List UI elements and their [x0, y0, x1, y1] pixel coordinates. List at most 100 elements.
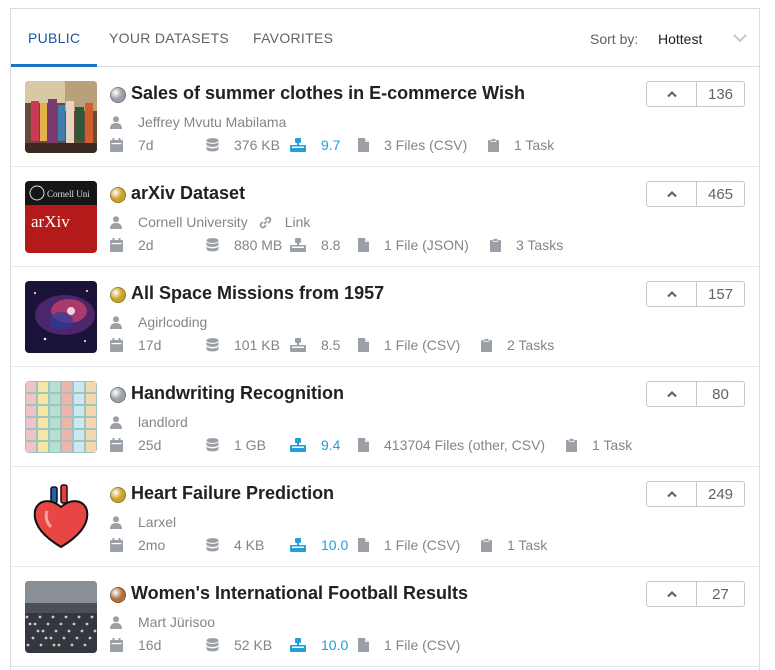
- clipboard-icon: [481, 538, 499, 552]
- link-label[interactable]: Link: [285, 214, 311, 230]
- owner-name[interactable]: Mart Jürisoo: [138, 614, 215, 630]
- user-icon: [110, 515, 130, 529]
- usability-rating: 8.5: [290, 336, 340, 354]
- dataset-title[interactable]: Women's International Football Results: [131, 583, 468, 604]
- dataset-title[interactable]: Sales of summer clothes in E-commerce Wi…: [131, 83, 525, 104]
- chevron-up-icon: [666, 390, 677, 398]
- link-icon: [258, 215, 279, 230]
- age-text: 2mo: [138, 537, 166, 553]
- dataset-owner-line: Cornell University Link: [110, 213, 310, 231]
- tab-your-datasets[interactable]: YOUR DATASETS: [109, 30, 229, 46]
- upvote-button[interactable]: [647, 482, 697, 506]
- dataset-thumbnail[interactable]: [25, 281, 97, 353]
- calendar-icon: [110, 438, 130, 452]
- updated-age: 2d: [110, 236, 154, 254]
- dataset-thumbnail[interactable]: [25, 381, 97, 453]
- user-icon: [110, 215, 130, 229]
- usability-rating: 10.0: [290, 536, 348, 554]
- file-icon: [358, 438, 376, 452]
- usability-text: 10.0: [321, 637, 349, 653]
- usability-icon: [290, 638, 313, 652]
- sort-label: Sort by:: [590, 31, 639, 47]
- file-info: 413704 Files (other, CSV): [358, 436, 545, 454]
- tasks-text[interactable]: 2 Tasks: [507, 337, 554, 353]
- usability-text: 8.8: [321, 237, 341, 253]
- owner-name[interactable]: landlord: [138, 414, 188, 430]
- owner-name[interactable]: Agirlcoding: [138, 314, 207, 330]
- tab-public[interactable]: PUBLIC: [28, 30, 80, 46]
- usability-icon: [290, 338, 313, 352]
- chevron-up-icon: [666, 490, 677, 498]
- files-text[interactable]: 413704 Files (other, CSV): [384, 437, 545, 453]
- dataset-owner-line: Jeffrey Mvutu Mabilama: [110, 113, 286, 131]
- file-icon: [358, 238, 376, 252]
- age-text: 25d: [138, 437, 162, 453]
- files-text[interactable]: 1 File (CSV): [384, 537, 460, 553]
- user-icon: [110, 615, 130, 629]
- dataset-row[interactable]: Sales of summer clothes in E-commerce Wi…: [11, 67, 761, 167]
- calendar-icon: [110, 538, 130, 552]
- age-text: 7d: [138, 137, 154, 153]
- dataset-owner-line: Larxel: [110, 513, 176, 531]
- owner-name[interactable]: Cornell University: [138, 214, 248, 230]
- task-count[interactable]: 1 Task: [481, 536, 547, 554]
- vote-count: 157: [707, 285, 734, 303]
- tasks-text[interactable]: 3 Tasks: [516, 237, 563, 253]
- files-text[interactable]: 1 File (JSON): [384, 237, 469, 253]
- owner: Cornell University: [110, 214, 248, 230]
- tab-bar: PUBLIC YOUR DATASETS FAVORITES Sort by: …: [11, 9, 759, 67]
- dataset-list-panel: PUBLIC YOUR DATASETS FAVORITES Sort by: …: [10, 8, 761, 670]
- task-count[interactable]: 1 Task: [488, 136, 554, 154]
- dataset-row[interactable]: Women's International Football Results Ma…: [11, 567, 761, 667]
- task-count[interactable]: 3 Tasks: [490, 236, 563, 254]
- dataset-link[interactable]: Link: [258, 214, 311, 230]
- files-text[interactable]: 1 File (CSV): [384, 337, 460, 353]
- usability-rating: 9.7: [290, 136, 340, 154]
- vote-count: 27: [712, 585, 729, 603]
- dataset-row[interactable]: All Space Missions from 1957 Agirlcoding 1…: [11, 267, 761, 367]
- upvote-button[interactable]: [647, 182, 697, 206]
- dataset-row[interactable]: Heart Failure Prediction Larxel 2mo 4 KB 10.…: [11, 467, 761, 567]
- vote-widget: 80: [646, 381, 745, 407]
- upvote-button[interactable]: [647, 382, 697, 406]
- tasks-text[interactable]: 1 Task: [592, 437, 632, 453]
- user-icon: [110, 115, 130, 129]
- tab-favorites[interactable]: FAVORITES: [253, 30, 333, 46]
- file-icon: [358, 138, 376, 152]
- upvote-button[interactable]: [647, 282, 697, 306]
- file-icon: [358, 538, 376, 552]
- files-text[interactable]: 3 Files (CSV): [384, 137, 467, 153]
- upvote-button[interactable]: [647, 82, 697, 106]
- vote-count: 249: [707, 485, 734, 503]
- owner: Larxel: [110, 514, 176, 530]
- chevron-up-icon: [666, 90, 677, 98]
- vote-widget: 157: [646, 281, 745, 307]
- dataset-thumbnail[interactable]: [25, 81, 97, 153]
- task-count[interactable]: 1 Task: [566, 436, 632, 454]
- file-info: 1 File (CSV): [358, 336, 460, 354]
- sort-select[interactable]: Hottest: [658, 31, 702, 47]
- chevron-down-icon[interactable]: [731, 31, 749, 45]
- dataset-owner-line: landlord: [110, 413, 188, 431]
- dataset-title[interactable]: Handwriting Recognition: [131, 383, 344, 404]
- chevron-up-icon: [666, 290, 677, 298]
- dataset-title[interactable]: All Space Missions from 1957: [131, 283, 384, 304]
- dataset-thumbnail[interactable]: [25, 481, 97, 553]
- upvote-button[interactable]: [647, 582, 697, 606]
- files-text[interactable]: 1 File (CSV): [384, 637, 460, 653]
- owner: landlord: [110, 414, 188, 430]
- task-count[interactable]: 2 Tasks: [481, 336, 554, 354]
- tasks-text[interactable]: 1 Task: [507, 537, 547, 553]
- owner-name[interactable]: Larxel: [138, 514, 176, 530]
- vote-count: 136: [707, 85, 734, 103]
- dataset-thumbnail[interactable]: [25, 581, 97, 653]
- dataset-title[interactable]: arXiv Dataset: [131, 183, 245, 204]
- tasks-text[interactable]: 1 Task: [514, 137, 554, 153]
- dataset-row[interactable]: Cornell Uni arXiv arXiv Dataset Cornell Uni…: [11, 167, 761, 267]
- owner-name[interactable]: Jeffrey Mvutu Mabilama: [138, 114, 286, 130]
- size-text: 52 KB: [234, 637, 273, 653]
- dataset-thumbnail[interactable]: Cornell Uni arXiv: [25, 181, 97, 253]
- dataset-title[interactable]: Heart Failure Prediction: [131, 483, 334, 504]
- dataset-row[interactable]: Handwriting Recognition landlord 25d 1 GB 9.…: [11, 367, 761, 467]
- calendar-icon: [110, 638, 130, 652]
